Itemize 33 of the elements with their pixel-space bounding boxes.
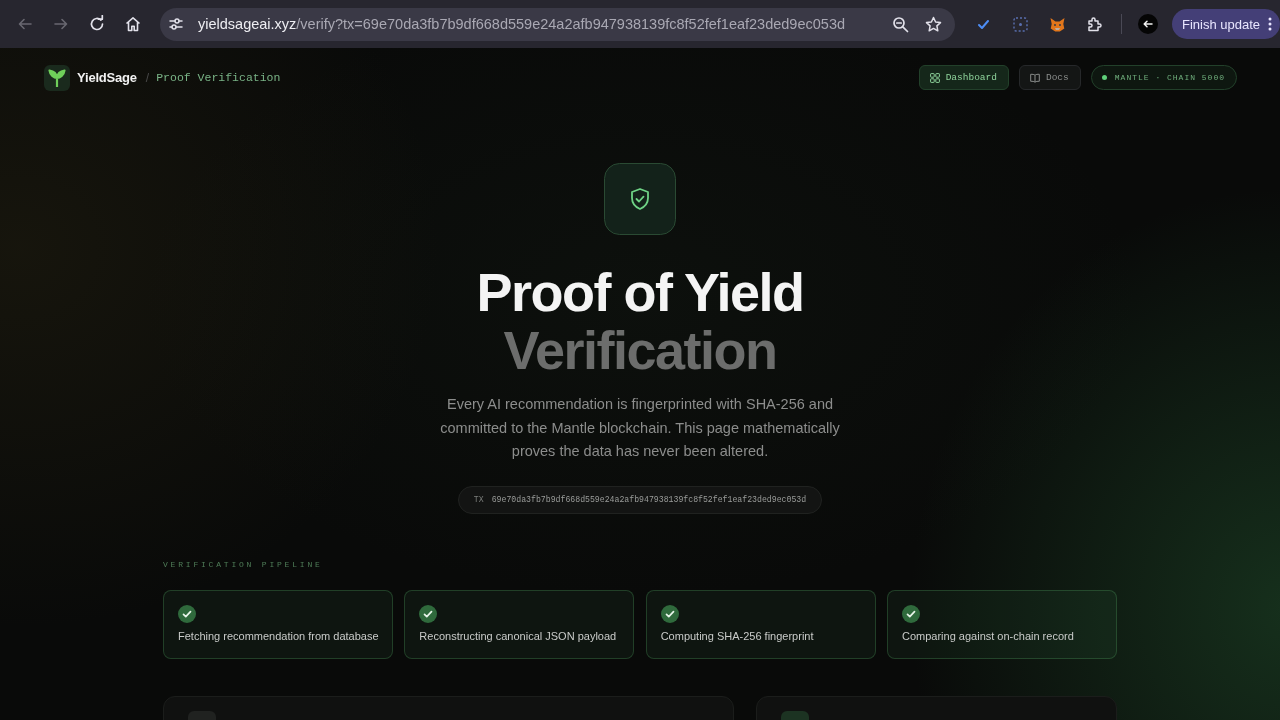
page-subtitle: Verification bbox=[503, 321, 777, 379]
network-badge: MANTLE · CHAIN 5000 bbox=[1090, 65, 1237, 90]
grid-icon bbox=[929, 72, 940, 83]
docs-link[interactable]: Docs bbox=[1018, 65, 1081, 90]
profile-avatar-icon[interactable] bbox=[1138, 14, 1158, 34]
puzzle-icon[interactable] bbox=[1086, 15, 1103, 33]
page-title: Proof of Yield bbox=[476, 263, 804, 321]
address-bar[interactable]: yieldsageai.xyz/verify?tx=69e70da3fb7b9df668d559e24a2afb947938139fc8f52fef1eaf23ded9ec053d bbox=[160, 7, 955, 41]
sprout-logo-icon[interactable] bbox=[44, 64, 70, 91]
zoom-out-icon[interactable] bbox=[892, 15, 909, 33]
book-icon bbox=[1029, 72, 1040, 83]
description-text: Every AI recommendation is fingerprinted with SHA-256 and committed to the Mantle blockchain. This page mathematically proves the data has never been altered. bbox=[439, 395, 841, 461]
step-label: Computing SHA-256 fingerprint bbox=[660, 628, 815, 643]
breadcrumb-separator: / bbox=[145, 70, 150, 85]
step-label: Reconstructing canonical JSON payload bbox=[419, 628, 618, 643]
kebab-menu-icon[interactable] bbox=[1268, 17, 1273, 31]
shield-check-icon bbox=[604, 163, 676, 235]
dotted-square-icon[interactable] bbox=[1012, 15, 1029, 33]
home-icon[interactable] bbox=[124, 15, 142, 33]
page-breadcrumb: Proof Verification bbox=[156, 71, 281, 84]
tx-label: TX bbox=[473, 495, 484, 504]
url-text: yieldsageai.xyz/verify?tx=69e70da3fb7b9df668d559e24a2afb947938139fc8f52fef1eaf23ded9ec053d bbox=[198, 16, 846, 32]
star-icon[interactable] bbox=[925, 15, 942, 33]
step-label: Comparing against on-chain record bbox=[902, 628, 1075, 643]
section-label: VERIFICATION PIPELINE bbox=[163, 559, 324, 570]
status-dot-icon bbox=[1101, 75, 1107, 80]
tx-hash: 69e70da3fb7b9df668d559e24a2afb947938139fc8f52fef1eaf23ded9ec053d bbox=[491, 495, 807, 504]
finish-update-button[interactable]: Finish update bbox=[1172, 9, 1280, 39]
reload-icon[interactable] bbox=[88, 15, 106, 33]
brand-name[interactable]: YieldSage bbox=[77, 70, 137, 85]
site-settings-icon[interactable] bbox=[168, 16, 184, 32]
dashboard-link[interactable]: Dashboard bbox=[918, 65, 1009, 90]
step-label: Fetching recommendation from database bbox=[178, 628, 378, 643]
